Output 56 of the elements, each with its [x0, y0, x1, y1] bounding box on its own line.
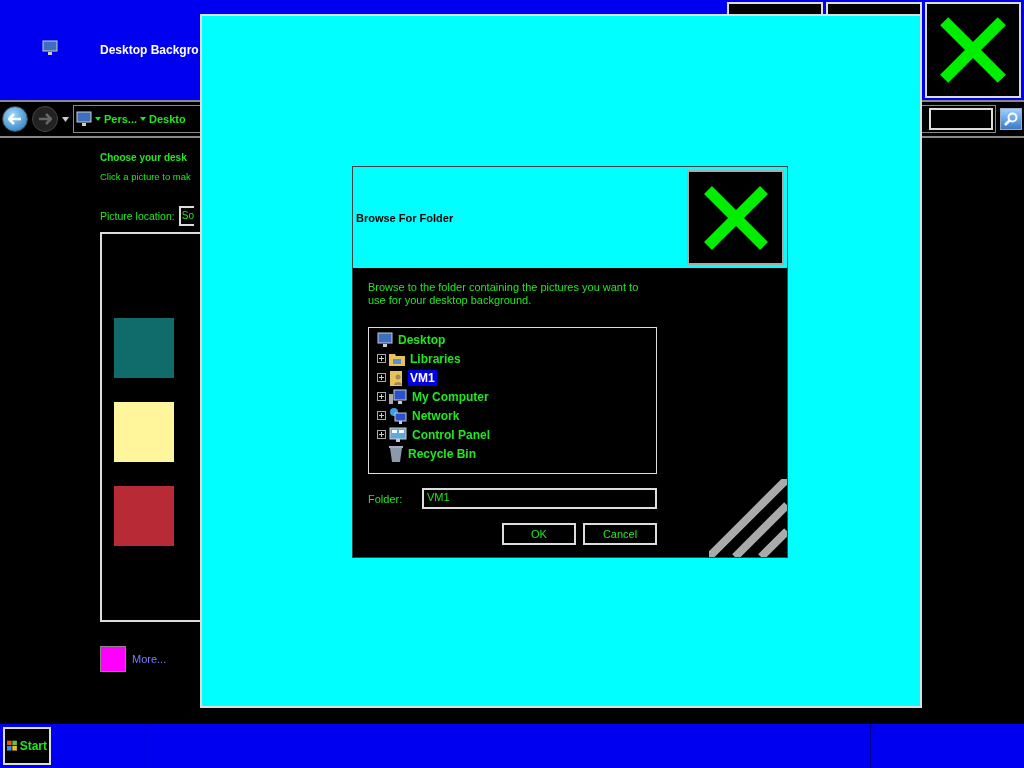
tree-item[interactable]: My Computer [410, 388, 491, 405]
dropdown-icon[interactable] [62, 116, 69, 122]
back-arrow-icon [8, 113, 22, 125]
display-icon [76, 111, 92, 127]
windows-logo-icon [7, 739, 18, 753]
expand-icon[interactable] [377, 430, 386, 439]
back-button[interactable] [2, 106, 28, 132]
control-panel-icon [389, 426, 407, 443]
page-subtitle: Click a picture to mak [100, 171, 191, 182]
tree-item[interactable]: Network [410, 407, 462, 424]
tree-item[interactable]: Recycle Bin [406, 445, 479, 462]
network-icon [389, 407, 407, 424]
ok-button[interactable]: OK [502, 523, 576, 545]
maximize-button[interactable] [826, 2, 922, 14]
instructions-text: Browse to the folder containing the pictures you want to use for your desktop background. [368, 281, 640, 307]
folder-icon [389, 351, 405, 366]
folder-field[interactable]: VM1 [422, 488, 657, 509]
close-button[interactable] [687, 170, 784, 265]
close-icon [937, 14, 1009, 86]
cancel-button[interactable]: Cancel [583, 523, 657, 545]
color-swatch[interactable] [114, 318, 174, 378]
tree-item[interactable]: Desktop [396, 331, 448, 348]
tree-item[interactable]: VM1 [408, 369, 437, 386]
user-folder-icon [389, 369, 405, 386]
display-icon [42, 40, 58, 56]
start-button[interactable]: Start [3, 727, 51, 765]
expand-icon[interactable] [377, 392, 386, 401]
search-button[interactable] [1000, 108, 1022, 130]
folder-label: Folder: [368, 492, 404, 505]
location-label: Picture location: [100, 210, 175, 222]
more-link[interactable]: More... [132, 653, 167, 665]
dropdown-icon[interactable] [95, 117, 101, 121]
recycle-bin-icon [389, 445, 403, 462]
desktop-icon [377, 331, 393, 348]
page-heading: Choose your desk [100, 152, 187, 163]
color-swatch[interactable] [100, 646, 126, 672]
resize-grip-icon[interactable] [709, 479, 787, 557]
expand-icon[interactable] [377, 411, 386, 420]
search-icon [1004, 112, 1018, 126]
computer-icon [389, 388, 407, 405]
breadcrumb[interactable]: Deskto [149, 113, 186, 125]
color-swatch[interactable] [114, 402, 174, 462]
forward-button[interactable] [32, 106, 58, 132]
dialog-title: Browse For Folder [356, 211, 454, 224]
expand-icon[interactable] [377, 354, 386, 363]
location-dropdown[interactable]: So [178, 206, 194, 226]
tree-item[interactable]: Control Panel [410, 426, 492, 443]
search-field[interactable] [929, 108, 993, 130]
window-title: Desktop Backgro [100, 43, 199, 57]
expand-icon[interactable] [377, 373, 386, 382]
forward-arrow-icon [38, 113, 52, 125]
tree-item[interactable]: Libraries [408, 350, 463, 367]
color-swatch[interactable] [114, 486, 174, 546]
breadcrumb[interactable]: Pers... [104, 113, 138, 125]
minimize-button[interactable] [727, 2, 823, 14]
dropdown-icon[interactable] [140, 117, 147, 121]
